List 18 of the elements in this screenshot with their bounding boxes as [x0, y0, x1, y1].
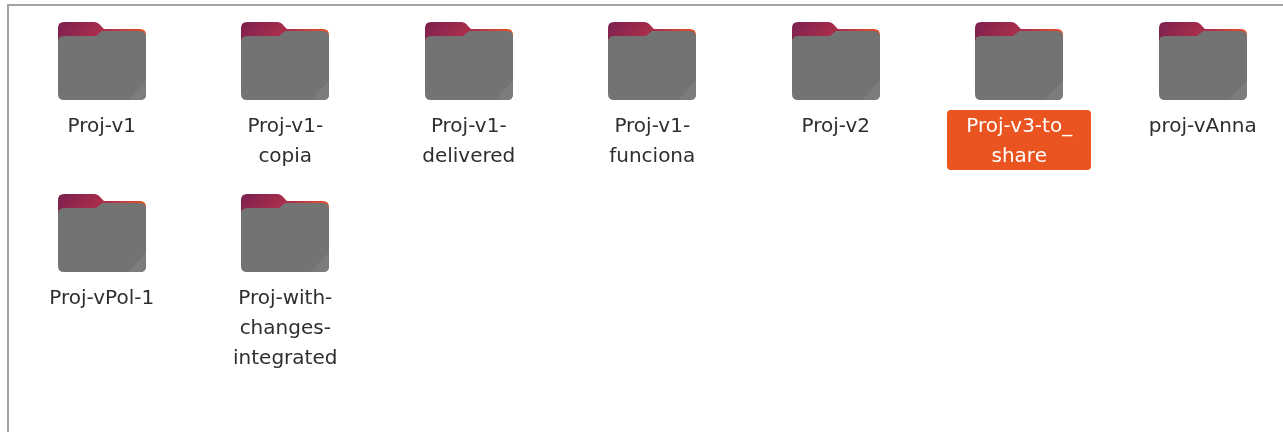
folder-icon	[57, 22, 146, 102]
folder-icon	[1158, 22, 1247, 102]
folder-icon	[975, 22, 1064, 102]
folder-icon	[424, 22, 513, 102]
folder-icon	[791, 22, 880, 102]
folder-name[interactable]: Proj-v2	[793, 110, 878, 140]
folder-icon	[57, 194, 146, 274]
folder-name[interactable]: Proj-v1-copia	[213, 110, 358, 170]
folder-name[interactable]: Proj-vPol-1	[41, 282, 163, 312]
folder-name[interactable]: Proj-v1-funciona	[580, 110, 725, 170]
folder-icon	[608, 22, 697, 102]
folder-name[interactable]: Proj-with-changes-integrated	[213, 282, 358, 372]
folder-icon	[241, 22, 330, 102]
folder-icon	[241, 194, 330, 274]
folder-name[interactable]: Proj-v1-delivered	[396, 110, 541, 170]
folder-name[interactable]: Proj-v3-to_share	[947, 110, 1092, 170]
folder-name[interactable]: proj-vAnna	[1140, 110, 1265, 140]
folder-name[interactable]: Proj-v1	[59, 110, 144, 140]
